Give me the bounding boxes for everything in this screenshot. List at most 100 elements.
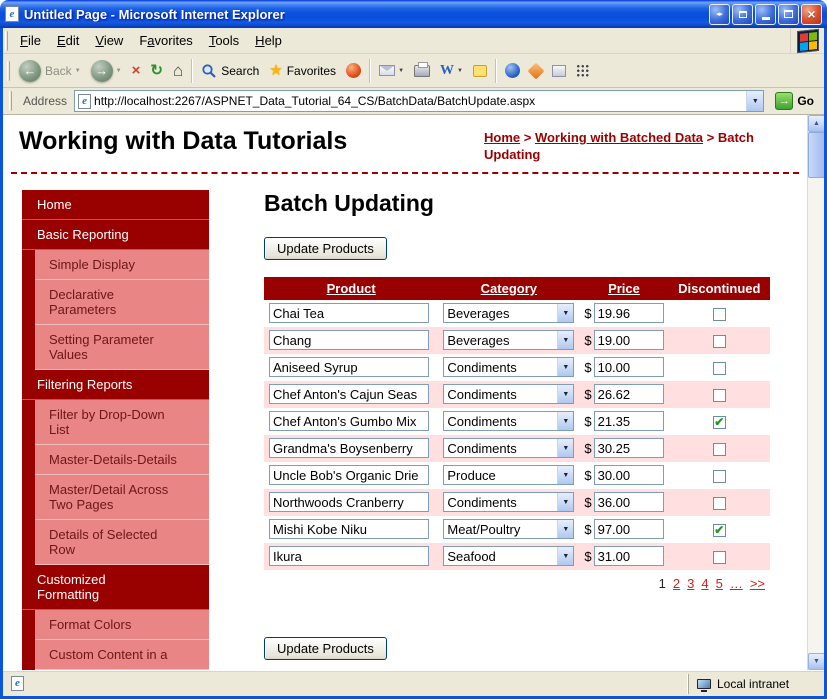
pager-link[interactable]: … [730, 576, 743, 591]
category-select[interactable]: Condiments ▼ [443, 411, 575, 432]
toolbar-addon-button-2[interactable] [547, 56, 571, 86]
select-dropdown-button[interactable]: ▼ [557, 358, 574, 377]
category-select[interactable]: Condiments ▼ [443, 438, 575, 459]
sidebar-item[interactable]: Master-Details-Details [22, 444, 209, 475]
messenger-button[interactable] [500, 56, 525, 86]
menu-view[interactable]: View [87, 29, 131, 52]
select-dropdown-button[interactable]: ▼ [557, 493, 574, 512]
forward-button[interactable]: → ▼ [86, 56, 127, 86]
window-extra-button[interactable] [732, 3, 753, 25]
product-input[interactable] [269, 546, 429, 567]
sidebar-item[interactable]: Details of Selected Row [22, 519, 209, 565]
pager-link[interactable]: 2 [673, 576, 680, 591]
discontinued-checkbox[interactable]: ✔ [712, 496, 726, 510]
category-select[interactable]: Seafood ▼ [443, 546, 575, 567]
breadcrumb-item[interactable]: Home [484, 130, 520, 145]
menu-favorites[interactable]: Favorites [131, 29, 200, 52]
price-input[interactable] [593, 492, 664, 513]
discontinued-checkbox[interactable]: ✔ [712, 334, 726, 348]
price-input[interactable] [593, 546, 664, 567]
column-header-category[interactable]: Category [438, 276, 580, 300]
window-arrows-button[interactable]: ◂▸ [709, 3, 730, 25]
discontinued-checkbox[interactable]: ✔ [712, 469, 726, 483]
media-button[interactable] [341, 56, 366, 86]
scroll-up-button[interactable]: ▲ [808, 115, 824, 132]
menu-tools[interactable]: Tools [201, 29, 247, 52]
back-button[interactable]: ← Back ▼ [14, 56, 86, 86]
breadcrumb-item[interactable]: Working with Batched Data [535, 130, 703, 145]
select-dropdown-button[interactable]: ▼ [557, 439, 574, 458]
category-select[interactable]: Meat/Poultry ▼ [443, 519, 575, 540]
toolbar-addon-button-3[interactable] [571, 56, 595, 86]
update-products-button-top[interactable]: Update Products [264, 236, 387, 260]
price-input[interactable] [593, 438, 664, 459]
search-button[interactable]: Search [196, 56, 264, 86]
sidebar-item[interactable]: Declarative Parameters [22, 279, 209, 325]
product-input[interactable] [269, 384, 429, 405]
select-dropdown-button[interactable]: ▼ [557, 520, 574, 539]
product-input[interactable] [269, 492, 429, 513]
discontinued-checkbox[interactable]: ✔ [712, 550, 726, 564]
pager-link[interactable]: 4 [701, 576, 708, 591]
category-select[interactable]: Condiments ▼ [443, 357, 575, 378]
home-button[interactable]: ⌂ [168, 56, 188, 86]
product-input[interactable] [269, 411, 429, 432]
discontinued-checkbox[interactable]: ✔ [712, 523, 726, 537]
category-select[interactable]: Beverages ▼ [443, 330, 575, 351]
price-input[interactable] [593, 357, 664, 378]
refresh-button[interactable]: ↻ [145, 56, 168, 86]
price-input[interactable] [593, 465, 664, 486]
product-input[interactable] [269, 465, 429, 486]
price-input[interactable] [593, 411, 664, 432]
favorites-button[interactable]: ★ Favorites [264, 56, 341, 86]
minimize-button[interactable] [755, 3, 776, 25]
scroll-down-button[interactable]: ▼ [808, 653, 824, 670]
discontinued-checkbox[interactable]: ✔ [712, 415, 726, 429]
menu-help[interactable]: Help [247, 29, 290, 52]
sidebar-item[interactable]: Custom Content in a [22, 639, 209, 670]
select-dropdown-button[interactable]: ▼ [557, 385, 574, 404]
category-select[interactable]: Beverages ▼ [443, 303, 575, 324]
address-input[interactable] [94, 92, 744, 110]
discontinued-checkbox[interactable]: ✔ [712, 361, 726, 375]
sidebar-item[interactable]: Format Colors [22, 609, 209, 640]
sidebar-item[interactable]: Master/Detail Across Two Pages [22, 474, 209, 520]
product-input[interactable] [269, 438, 429, 459]
product-input[interactable] [269, 357, 429, 378]
menu-grip[interactable] [5, 30, 8, 51]
column-header-product[interactable]: Product [264, 276, 439, 300]
category-select[interactable]: Condiments ▼ [443, 492, 575, 513]
title-bar[interactable]: e Untitled Page - Microsoft Internet Exp… [0, 0, 827, 28]
toolbar-grip[interactable] [7, 60, 10, 81]
discuss-button[interactable] [468, 56, 492, 86]
discontinued-checkbox[interactable]: ✔ [712, 442, 726, 456]
select-dropdown-button[interactable]: ▼ [557, 466, 574, 485]
sidebar-section[interactable]: Basic Reporting [22, 219, 209, 250]
scroll-thumb[interactable] [808, 132, 824, 178]
sidebar-section[interactable]: Filtering Reports [22, 369, 209, 400]
pager-link[interactable]: 3 [687, 576, 694, 591]
sidebar-section[interactable]: Home [22, 189, 209, 220]
address-field[interactable]: e ▼ [74, 90, 765, 112]
column-header-price[interactable]: Price [579, 276, 669, 300]
discontinued-checkbox[interactable]: ✔ [712, 388, 726, 402]
address-grip[interactable] [9, 91, 12, 111]
category-select[interactable]: Produce ▼ [443, 465, 575, 486]
product-input[interactable] [269, 303, 429, 324]
select-dropdown-button[interactable]: ▼ [557, 331, 574, 350]
discontinued-checkbox[interactable]: ✔ [712, 307, 726, 321]
price-input[interactable] [593, 519, 664, 540]
update-products-button-bottom[interactable]: Update Products [264, 636, 387, 660]
select-dropdown-button[interactable]: ▼ [557, 547, 574, 566]
sidebar-section[interactable]: Customized Formatting [22, 564, 209, 610]
mail-button[interactable]: ▼ [374, 56, 409, 86]
sidebar-item[interactable]: Setting Parameter Values [22, 324, 209, 370]
select-dropdown-button[interactable]: ▼ [557, 304, 574, 323]
sidebar-item[interactable]: Simple Display [22, 249, 209, 280]
price-input[interactable] [593, 303, 664, 324]
vertical-scrollbar[interactable]: ▲ ▼ [807, 115, 824, 670]
maximize-button[interactable] [778, 3, 799, 25]
stop-button[interactable]: × [127, 56, 146, 86]
address-dropdown-button[interactable]: ▼ [746, 91, 764, 111]
select-dropdown-button[interactable]: ▼ [557, 412, 574, 431]
